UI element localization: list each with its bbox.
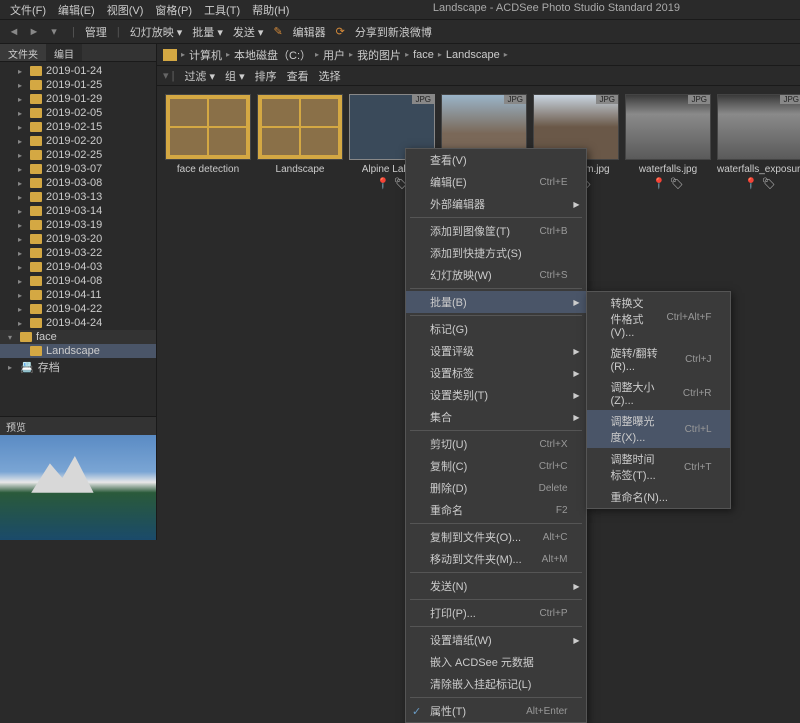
tree-item[interactable]: ▸2019-01-29: [0, 92, 156, 106]
menubar: 文件(F) 编辑(E) 视图(V) 窗格(P) 工具(T) 帮助(H): [0, 0, 800, 20]
crumb[interactable]: face: [413, 49, 434, 61]
group-btn[interactable]: 组 ▾: [225, 68, 245, 84]
ctx-item[interactable]: 集合▶: [406, 406, 586, 428]
window-title: Landscape - ACDSee Photo Studio Standard…: [433, 2, 680, 14]
menu-panes[interactable]: 窗格(P): [149, 2, 198, 18]
toolbar-send[interactable]: 发送 ▾: [233, 24, 264, 40]
left-sidebar: 文件夹 编目 ▸2019-01-24▸2019-01-25▸2019-01-29…: [0, 44, 157, 540]
tab-catalog[interactable]: 编目: [46, 44, 82, 61]
thumbnail[interactable]: face detection: [165, 94, 251, 175]
toolbar: ◄ ► ▾ | 管理 | 幻灯放映 ▾ 批量 ▾ 发送 ▾ ✎编辑器 ⟳分享到新…: [0, 20, 800, 44]
ctx-item[interactable]: 重命名F2: [406, 499, 586, 521]
nav-forward-icon[interactable]: ►: [26, 24, 42, 40]
ctx-item[interactable]: 移动到文件夹(M)...Alt+M: [406, 548, 586, 570]
ctx-item[interactable]: 添加到图像筐(T)Ctrl+B: [406, 220, 586, 242]
tree-item[interactable]: ▸2019-01-25: [0, 78, 156, 92]
ctx-item[interactable]: 复制到文件夹(O)...Alt+C: [406, 526, 586, 548]
tree-item-face[interactable]: ▾face: [0, 330, 156, 344]
tree-item[interactable]: ▸2019-04-11: [0, 288, 156, 302]
tree-item[interactable]: ▸2019-04-24: [0, 316, 156, 330]
ctx-item[interactable]: 设置评级▶: [406, 340, 586, 362]
ctx-sub-item[interactable]: 重命名(N)...: [587, 486, 730, 508]
ctx-item[interactable]: 打印(P)...Ctrl+P: [406, 602, 586, 624]
ctx-sub-item[interactable]: 调整大小(Z)...Ctrl+R: [587, 376, 730, 410]
toolbar-manage[interactable]: 管理: [85, 24, 107, 40]
sort-btn[interactable]: 排序: [255, 68, 277, 84]
tree-item[interactable]: ▸2019-03-19: [0, 218, 156, 232]
tree-item[interactable]: ▸2019-02-05: [0, 106, 156, 120]
ctx-item[interactable]: ✓属性(T)Alt+Enter: [406, 700, 586, 722]
preview-image: [0, 435, 156, 540]
folder-tree[interactable]: ▸2019-01-24▸2019-01-25▸2019-01-29▸2019-0…: [0, 62, 156, 416]
ctx-item[interactable]: 复制(C)Ctrl+C: [406, 455, 586, 477]
ctx-item[interactable]: 发送(N)▶: [406, 575, 586, 597]
tree-item[interactable]: ▸2019-01-24: [0, 64, 156, 78]
view-btn[interactable]: 查看: [287, 68, 309, 84]
crumb[interactable]: 计算机: [189, 47, 222, 63]
ctx-sub-item[interactable]: 调整曝光度(X)...Ctrl+L: [587, 410, 730, 448]
tree-item[interactable]: ▸2019-02-25: [0, 148, 156, 162]
crumb[interactable]: 我的图片: [357, 47, 401, 63]
ctx-item[interactable]: 设置墙纸(W)▶: [406, 629, 586, 651]
filter-bar: ▾ | 过滤 ▾ 组 ▾ 排序 查看 选择: [157, 66, 800, 86]
menu-tools[interactable]: 工具(T): [198, 2, 246, 18]
toolbar-editor[interactable]: 编辑器: [293, 24, 326, 40]
ctx-item[interactable]: 删除(D)Delete: [406, 477, 586, 499]
toolbar-batch[interactable]: 批量 ▾: [192, 24, 223, 40]
tree-item[interactable]: ▸2019-04-22: [0, 302, 156, 316]
separator: |: [117, 26, 120, 38]
context-menu[interactable]: 查看(V)编辑(E)Ctrl+E外部编辑器▶ 添加到图像筐(T)Ctrl+B添加到…: [405, 148, 587, 723]
ctx-sub-item[interactable]: 调整时间标签(T)...Ctrl+T: [587, 448, 730, 486]
nav-dropdown-icon[interactable]: ▾: [46, 24, 62, 40]
tree-item[interactable]: ▸2019-03-22: [0, 246, 156, 260]
tree-item-archive[interactable]: ▸📇存档: [0, 358, 156, 376]
preview-header: 预览: [0, 417, 156, 435]
submenu-batch[interactable]: 转换文件格式(V)...Ctrl+Alt+F旋转/翻转(R)...Ctrl+J调…: [586, 291, 731, 509]
ctx-sub-item[interactable]: 旋转/翻转(R)...Ctrl+J: [587, 342, 730, 376]
crumb[interactable]: Landscape: [446, 49, 500, 61]
tree-item[interactable]: ▸2019-03-13: [0, 190, 156, 204]
ctx-item[interactable]: 清除嵌入挂起标记(L): [406, 673, 586, 695]
ctx-item[interactable]: 添加到快捷方式(S): [406, 242, 586, 264]
tree-item[interactable]: ▸2019-02-20: [0, 134, 156, 148]
menu-help[interactable]: 帮助(H): [246, 2, 295, 18]
thumbnail[interactable]: JPGwaterfalls.jpg📍🏷: [625, 94, 711, 190]
tree-item[interactable]: ▸2019-03-07: [0, 162, 156, 176]
menu-view[interactable]: 视图(V): [101, 2, 150, 18]
ctx-item[interactable]: 外部编辑器▶: [406, 193, 586, 215]
toolbar-share[interactable]: 分享到新浪微博: [355, 24, 432, 40]
crumb[interactable]: 本地磁盘（C:）: [234, 47, 311, 63]
menu-edit[interactable]: 编辑(E): [52, 2, 101, 18]
ctx-item[interactable]: 编辑(E)Ctrl+E: [406, 171, 586, 193]
tree-item[interactable]: ▸2019-03-20: [0, 232, 156, 246]
tree-item-landscape[interactable]: Landscape: [0, 344, 156, 358]
select-btn[interactable]: 选择: [319, 68, 341, 84]
thumbnail[interactable]: JPGwaterfalls_exposure.jpg📍🏷: [717, 94, 800, 190]
toolbar-slideshow[interactable]: 幻灯放映 ▾: [130, 24, 183, 40]
ctx-item[interactable]: 设置类别(T)▶: [406, 384, 586, 406]
ctx-item[interactable]: 查看(V): [406, 149, 586, 171]
ctx-item[interactable]: 批量(B)▶转换文件格式(V)...Ctrl+Alt+F旋转/翻转(R)...C…: [406, 291, 586, 313]
home-icon[interactable]: [163, 49, 177, 61]
filter-btn[interactable]: 过滤 ▾: [184, 68, 215, 84]
ctx-item[interactable]: 设置标签▶: [406, 362, 586, 384]
ctx-item[interactable]: 幻灯放映(W)Ctrl+S: [406, 264, 586, 286]
ctx-sub-item[interactable]: 转换文件格式(V)...Ctrl+Alt+F: [587, 292, 730, 342]
ctx-item[interactable]: 剪切(U)Ctrl+X: [406, 433, 586, 455]
thumbnail[interactable]: Landscape: [257, 94, 343, 175]
tree-item[interactable]: ▸2019-03-08: [0, 176, 156, 190]
crumb[interactable]: 用户: [323, 47, 345, 63]
breadcrumb: ▸计算机 ▸本地磁盘（C:） ▸用户 ▸我的图片 ▸face ▸Landscap…: [157, 44, 800, 66]
tree-item[interactable]: ▸2019-04-08: [0, 274, 156, 288]
ctx-item[interactable]: 嵌入 ACDSee 元数据: [406, 651, 586, 673]
tree-item[interactable]: ▸2019-04-03: [0, 260, 156, 274]
tree-item[interactable]: ▸2019-02-15: [0, 120, 156, 134]
nav-back-icon[interactable]: ◄: [6, 24, 22, 40]
tree-item[interactable]: ▸2019-03-14: [0, 204, 156, 218]
separator: |: [72, 26, 75, 38]
ctx-item[interactable]: 标记(G): [406, 318, 586, 340]
menu-file[interactable]: 文件(F): [4, 2, 52, 18]
tab-files[interactable]: 文件夹: [0, 44, 46, 61]
